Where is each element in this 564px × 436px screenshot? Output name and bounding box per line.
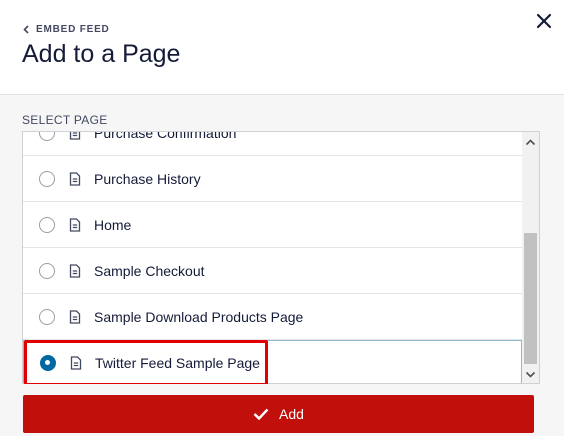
modal-header: EMBED FEED Add to a Page — [0, 0, 564, 95]
checkmark-icon — [253, 408, 269, 420]
close-icon — [536, 13, 552, 29]
scroll-up-arrow-icon[interactable] — [522, 134, 539, 151]
radio-button-checked[interactable] — [40, 355, 56, 371]
list-scrollbar[interactable] — [522, 132, 539, 383]
radio-button[interactable] — [39, 308, 55, 325]
document-icon — [69, 132, 81, 140]
page-item[interactable]: Sample Checkout — [23, 248, 522, 294]
page-list: Purchase Confirmation Purchase History H… — [22, 131, 540, 384]
page-item[interactable]: Purchase Confirmation — [23, 131, 522, 156]
page-item-label: Purchase History — [94, 170, 201, 187]
close-button[interactable] — [533, 10, 555, 32]
scrollbar-thumb[interactable] — [524, 233, 537, 364]
radio-button[interactable] — [39, 132, 55, 141]
page-item-label: Sample Checkout — [94, 262, 205, 279]
radio-button[interactable] — [39, 170, 55, 187]
page-item[interactable]: Purchase History — [23, 156, 522, 202]
page-item-label: Purchase Confirmation — [94, 131, 237, 141]
back-link-embed-feed[interactable]: EMBED FEED — [23, 24, 110, 35]
add-button-label: Add — [279, 406, 304, 422]
document-icon — [69, 217, 81, 232]
document-icon — [69, 171, 81, 186]
radio-button[interactable] — [39, 262, 55, 279]
page-item-label: Twitter Feed Sample Page — [95, 355, 260, 371]
modal-footer: Add — [0, 384, 564, 436]
radio-button[interactable] — [39, 216, 55, 233]
page-item-selected[interactable]: Twitter Feed Sample Page — [23, 340, 522, 383]
back-link-label: EMBED FEED — [36, 24, 110, 35]
add-button[interactable]: Add — [23, 395, 534, 433]
page-list-items: Purchase Confirmation Purchase History H… — [23, 131, 522, 383]
chevron-left-icon — [23, 25, 29, 34]
document-icon — [69, 263, 81, 278]
page-item[interactable]: Home — [23, 202, 522, 248]
page-item-label: Home — [94, 216, 132, 233]
document-icon — [69, 309, 81, 324]
page-item-label: Sample Download Products Page — [94, 308, 304, 325]
select-page-label: SELECT PAGE — [22, 113, 108, 127]
document-icon — [70, 356, 82, 370]
modal-title: Add to a Page — [22, 40, 181, 68]
scroll-down-arrow-icon[interactable] — [522, 366, 539, 383]
page-item[interactable]: Sample Download Products Page — [23, 294, 522, 340]
